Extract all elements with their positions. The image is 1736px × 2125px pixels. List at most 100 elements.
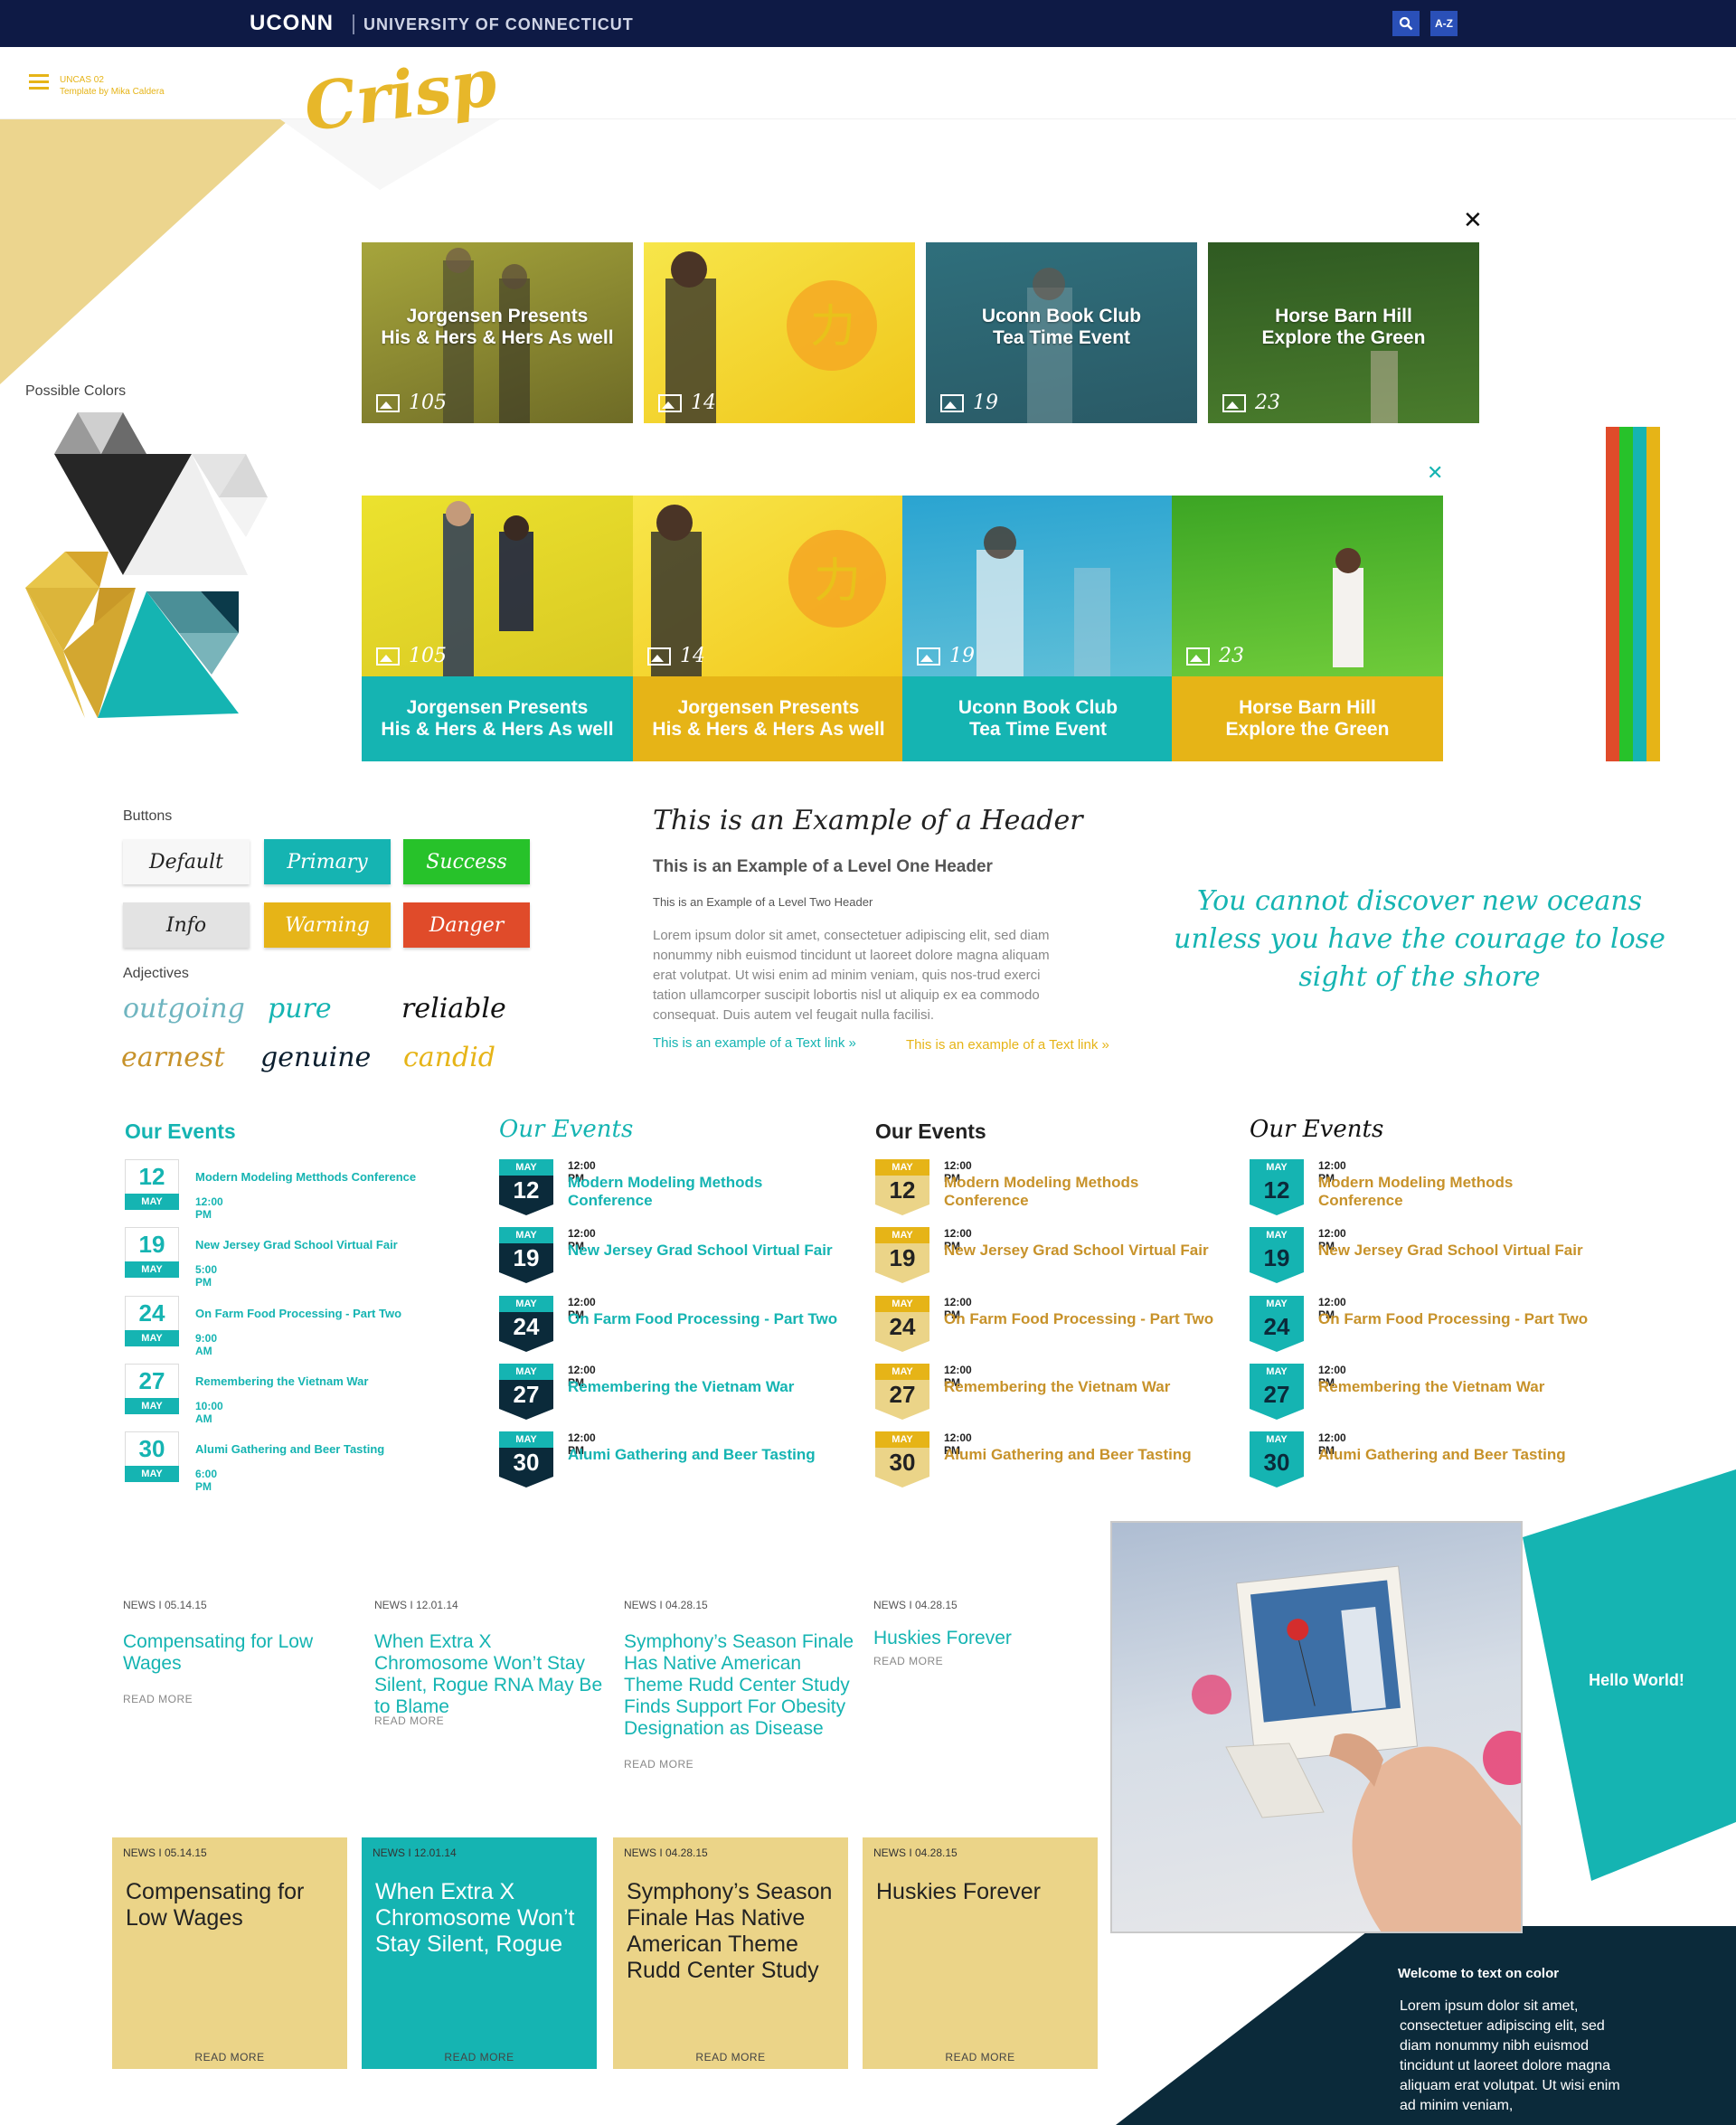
event-day: 27 [1250, 1380, 1304, 1409]
event-day: 27 [125, 1364, 179, 1398]
event-tile-book-club[interactable]: Uconn Book Club Tea Time Event 19 [926, 242, 1197, 423]
adjective-reliable: reliable [401, 993, 506, 1025]
event-name: Remembering the Vietnam War [568, 1378, 795, 1395]
photo-count: 19 [973, 392, 998, 414]
event-tile-jorgensen[interactable]: Jorgensen Presents His & Hers & Hers As w… [362, 242, 633, 423]
primary-button[interactable]: Primary [264, 839, 391, 884]
event-item[interactable]: MAY 19 12:00 PM New Jersey Grad School Virt… [499, 1227, 833, 1283]
search-button[interactable] [1392, 11, 1420, 36]
event-item[interactable]: MAY 27 12:00 PM Remembering the Vietnam War [499, 1364, 794, 1420]
news-card-meta: NEWS I 04.28.15 [873, 1846, 958, 1859]
a-z-button[interactable]: A-Z [1430, 11, 1458, 36]
news-card[interactable]: NEWS I 12.01.14 When Extra X Chromosome W… [362, 1837, 597, 2069]
event-item[interactable]: 30 MAY Alumi Gathering and Beer Tasting 6:0… [125, 1431, 384, 1493]
read-more-link[interactable]: READ MORE [873, 1655, 943, 1667]
site-code: UNCAS 02 [60, 75, 104, 85]
event-day: 12 [1250, 1176, 1304, 1204]
text-link-teal[interactable]: This is an example of a Text link » [653, 1035, 856, 1051]
site-header [0, 47, 1736, 119]
event-month: MAY [499, 1159, 553, 1176]
default-button[interactable]: Default [123, 839, 250, 884]
event-item[interactable]: MAY 24 12:00 PM On Farm Food Processing - P… [875, 1296, 1213, 1352]
event-item[interactable]: MAY 24 12:00 PM On Farm Food Processing - P… [499, 1296, 837, 1352]
event-day: 12 [499, 1176, 553, 1204]
news-meta: NEWS I 04.28.15 [873, 1599, 958, 1611]
tile-title-line2: His & Hers & Hers As well [381, 327, 614, 348]
news-card[interactable]: NEWS I 04.28.15 Huskies Forever READ MORE [863, 1837, 1098, 2069]
event-item[interactable]: MAY 27 12:00 PM Remembering the Vietnam War [1250, 1364, 1544, 1420]
event-item[interactable]: MAY 24 12:00 PM On Farm Food Processing - P… [1250, 1296, 1588, 1352]
warning-button[interactable]: Warning [264, 902, 391, 948]
welcome-heading: Welcome to text on color [1398, 1966, 1560, 1981]
event-month: MAY [125, 1466, 179, 1482]
read-more-link[interactable]: READ MORE [123, 1693, 193, 1705]
event-item[interactable]: MAY 12 12:00 PM Modern Modeling Methods Con… [875, 1159, 1138, 1215]
news-title-link[interactable]: When Extra X Chromosome Won’t Stay Silen… [374, 1631, 609, 1718]
event-tile-yellow[interactable]: 力 14 [644, 242, 915, 423]
read-more-link[interactable]: READ MORE [863, 2051, 1098, 2064]
event-day: 24 [875, 1312, 929, 1341]
university-name[interactable]: UNIVERSITY OF CONNECTICUT [363, 15, 634, 34]
event-item[interactable]: MAY 30 12:00 PM Alumi Gathering and Beer Ta… [875, 1431, 1192, 1488]
card-title-line2: Tea Time Event [968, 719, 1108, 740]
event-item[interactable]: MAY 19 12:00 PM New Jersey Grad School Virt… [1250, 1227, 1583, 1283]
text-link-gold[interactable]: This is an example of a Text link » [906, 1037, 1109, 1053]
event-card-jorgensen-yellow[interactable]: 力 14 Jorgensen Presents His & Hers & Hers… [633, 496, 904, 761]
news-card[interactable]: NEWS I 04.28.15 Symphony’s Season Finale … [613, 1837, 848, 2069]
success-button[interactable]: Success [403, 839, 530, 884]
event-month: MAY [125, 1398, 179, 1414]
close-icon[interactable]: ✕ [1427, 461, 1443, 485]
card-title-line2: Explore the Green [1225, 719, 1390, 740]
stripe-red [1606, 427, 1619, 761]
news-card[interactable]: NEWS I 05.14.15 Compensating for Low Wage… [112, 1837, 347, 2069]
tile-photo-count: 23 [1222, 392, 1280, 414]
event-item[interactable]: 12 MAY Modern Modeling Metthods Conference… [125, 1159, 416, 1221]
event-month: MAY [125, 1330, 179, 1346]
ribbon-tip [875, 1477, 929, 1488]
possible-colors-label: Possible Colors [25, 383, 127, 399]
event-item[interactable]: MAY 27 12:00 PM Remembering the Vietnam War [875, 1364, 1170, 1420]
event-item[interactable]: 19 MAY New Jersey Grad School Virtual Fair… [125, 1227, 398, 1289]
adjective-genuine: genuine [260, 1042, 372, 1073]
close-icon[interactable]: ✕ [1463, 206, 1483, 234]
brand-wordmark[interactable]: UCONN [250, 11, 334, 36]
event-time: 5:00 PM [195, 1263, 218, 1289]
event-item[interactable]: MAY 30 12:00 PM Alumi Gathering and Beer Ta… [499, 1431, 816, 1488]
event-card-jorgensen[interactable]: 105 Jorgensen Presents His & Hers & Hers … [362, 496, 633, 761]
event-tile-horse-barn[interactable]: Horse Barn Hill Explore the Green 23 [1208, 242, 1479, 423]
news-title-link[interactable]: Huskies Forever [873, 1628, 1081, 1649]
event-day: 30 [875, 1448, 929, 1477]
hamburger-menu-icon[interactable] [29, 74, 49, 90]
tile-title-line2: Explore the Green [1261, 327, 1426, 348]
event-name: Modern Modeling Methods Conference [568, 1174, 763, 1209]
event-item[interactable]: MAY 12 12:00 PM Modern Modeling Methods Con… [1250, 1159, 1513, 1215]
danger-button[interactable]: Danger [403, 902, 530, 948]
read-more-link[interactable]: READ MORE [613, 2051, 848, 2064]
news-title-link[interactable]: Symphony’s Season Finale Has Native Amer… [624, 1631, 859, 1740]
news-title-link[interactable]: Compensating for Low Wages [123, 1631, 331, 1675]
event-card-book-club[interactable]: 19 Uconn Book Club Tea Time Event [902, 496, 1174, 761]
event-card-horse-barn[interactable]: 23 Horse Barn Hill Explore the Green [1172, 496, 1443, 761]
image-icon [940, 393, 964, 412]
events-title-teal: Our Events [125, 1119, 236, 1143]
photo-count: 19 [949, 645, 975, 667]
card-caption: Jorgensen Presents His & Hers & Hers As w… [362, 676, 633, 761]
read-more-link[interactable]: READ MORE [374, 1714, 444, 1727]
event-item[interactable]: MAY 30 12:00 PM Alumi Gathering and Beer Ta… [1250, 1431, 1566, 1488]
image-icon [647, 647, 671, 666]
read-more-link[interactable]: READ MORE [624, 1758, 693, 1771]
event-name: Alumi Gathering and Beer Tasting [195, 1442, 385, 1456]
event-item[interactable]: MAY 12 12:00 PM Modern Modeling Methods Con… [499, 1159, 762, 1215]
info-button[interactable]: Info [123, 902, 250, 948]
event-name: Modern Modeling Methods Conference [1318, 1174, 1514, 1209]
event-item[interactable]: 27 MAY Remembering the Vietnam War 10:00 AM [125, 1364, 368, 1425]
event-item[interactable]: 24 MAY On Farm Food Processing - Part Two 9… [125, 1296, 401, 1357]
event-month: MAY [1250, 1431, 1304, 1448]
read-more-link[interactable]: READ MORE [112, 2051, 347, 2064]
event-item[interactable]: MAY 19 12:00 PM New Jersey Grad School Virt… [875, 1227, 1209, 1283]
image-icon [658, 393, 682, 412]
adjectives-label: Adjectives [123, 966, 189, 981]
read-more-link[interactable]: READ MORE [362, 2051, 597, 2064]
event-month: MAY [875, 1364, 929, 1380]
template-credit: Template by Mika Caldera [60, 87, 165, 97]
